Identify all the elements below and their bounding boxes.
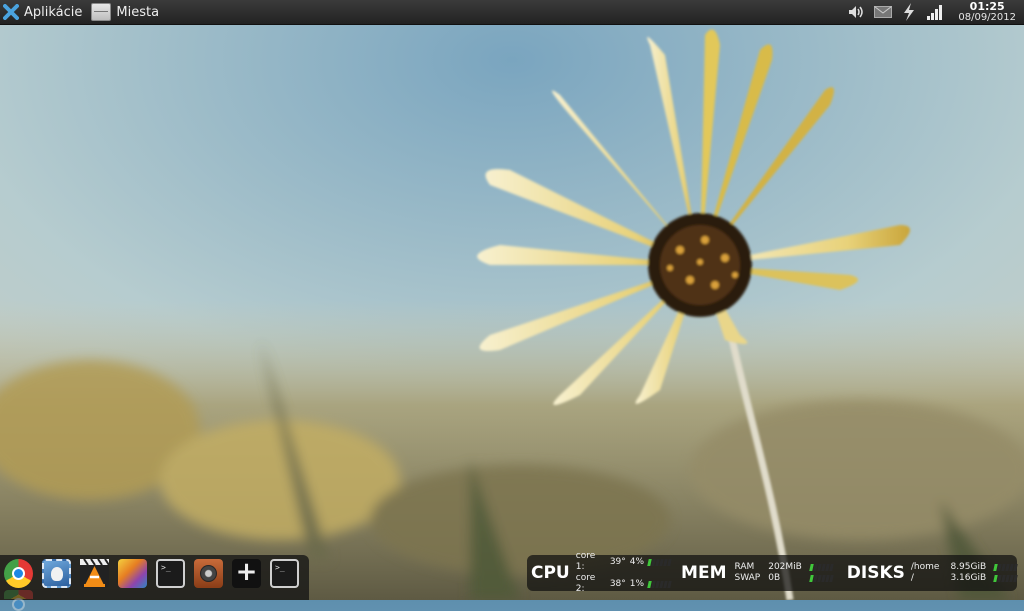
cpu-core-temp: 39°: [609, 556, 626, 567]
disk-usage-bar: [993, 564, 1018, 571]
places-drive-icon: [91, 3, 112, 21]
cpu-core-label: core 1:: [575, 551, 596, 572]
disk-mount-label: /: [910, 573, 914, 583]
add-icon[interactable]: +: [232, 559, 261, 588]
cpu-core-bar: [647, 580, 672, 588]
network-signal-icon[interactable]: [926, 3, 944, 21]
mem-title: MEM: [681, 563, 727, 583]
applications-menu-label: Aplikácie: [24, 4, 83, 20]
desktop-wallpaper: [0, 0, 1024, 600]
xfce-logo-icon: [3, 4, 19, 20]
cpu-core-row: core 2: 38° 1%: [575, 573, 672, 595]
places-menu-button[interactable]: Miesta: [88, 0, 165, 24]
cpu-core-bar: [647, 558, 672, 566]
cpu-core-temp: 38°: [609, 578, 626, 589]
system-tray: 01:25 08/09/2012: [848, 0, 1016, 24]
terminal-prompt: >_: [161, 563, 171, 572]
clock-date: 08/09/2012: [958, 12, 1016, 23]
mem-row-value: 202MiB: [768, 562, 802, 572]
cpu-core-usage: 4%: [629, 556, 645, 567]
mem-values: 202MiB 0B: [768, 562, 808, 584]
places-menu-label: Miesta: [116, 4, 160, 20]
clock-time: 01:25: [969, 0, 1005, 13]
mem-row-label: SWAP: [734, 573, 761, 583]
bar-segment: [667, 558, 672, 566]
disk-used-value: 8.95GiB: [950, 562, 987, 572]
vlc-icon[interactable]: [80, 558, 110, 588]
mem-labels: RAM SWAP: [735, 562, 761, 584]
bar-segment: [667, 580, 672, 588]
mem-usage-bar: [809, 564, 834, 571]
mem-usage-bar: [809, 575, 834, 582]
mail-icon[interactable]: [874, 3, 893, 21]
terminal-icon[interactable]: >_: [270, 559, 299, 588]
applications-menu-button[interactable]: Aplikácie: [0, 0, 88, 24]
bar-segment: [829, 575, 834, 582]
add-glyph: +: [235, 557, 258, 587]
speaker-icon[interactable]: [194, 559, 223, 588]
gimp-icon[interactable]: [118, 559, 147, 588]
chrome-icon[interactable]: [4, 559, 33, 611]
disk-values: 8.95GiB 3.16GiB: [950, 562, 992, 584]
disk-usage-bar: [993, 575, 1018, 582]
thunderbird-icon[interactable]: [42, 559, 71, 588]
top-panel: Aplikácie Miesta 01:25 08/09/2012: [0, 0, 1024, 25]
power-icon[interactable]: [900, 3, 918, 21]
disk-mount-label: /home: [910, 562, 940, 572]
disk-used-value: 3.16GiB: [950, 573, 987, 583]
terminal-icon[interactable]: >_: [156, 559, 185, 588]
disks-title: DISKS: [846, 563, 905, 583]
cpu-title: CPU: [531, 563, 570, 583]
mem-row-label: RAM: [734, 562, 755, 572]
mem-bars: [809, 564, 834, 582]
system-monitor-widget: CPU core 1: 39° 4% core 2: 38° 1% MEM RA…: [527, 551, 1018, 594]
volume-icon[interactable]: [848, 3, 866, 21]
cpu-core-usage: 1%: [629, 578, 645, 589]
disk-labels: /home /: [911, 562, 949, 584]
cpu-cores: core 1: 39° 4% core 2: 38° 1%: [575, 551, 672, 595]
mem-row-value: 0B: [768, 573, 781, 583]
cpu-core-label: core 2:: [575, 573, 596, 594]
terminal-prompt: >_: [275, 563, 285, 572]
application-dock: >_ + >_: [0, 555, 309, 611]
panel-clock[interactable]: 01:25 08/09/2012: [958, 1, 1016, 23]
bar-segment: [829, 564, 834, 571]
cpu-core-row: core 1: 39° 4%: [575, 551, 672, 573]
disk-bars: [993, 564, 1018, 582]
